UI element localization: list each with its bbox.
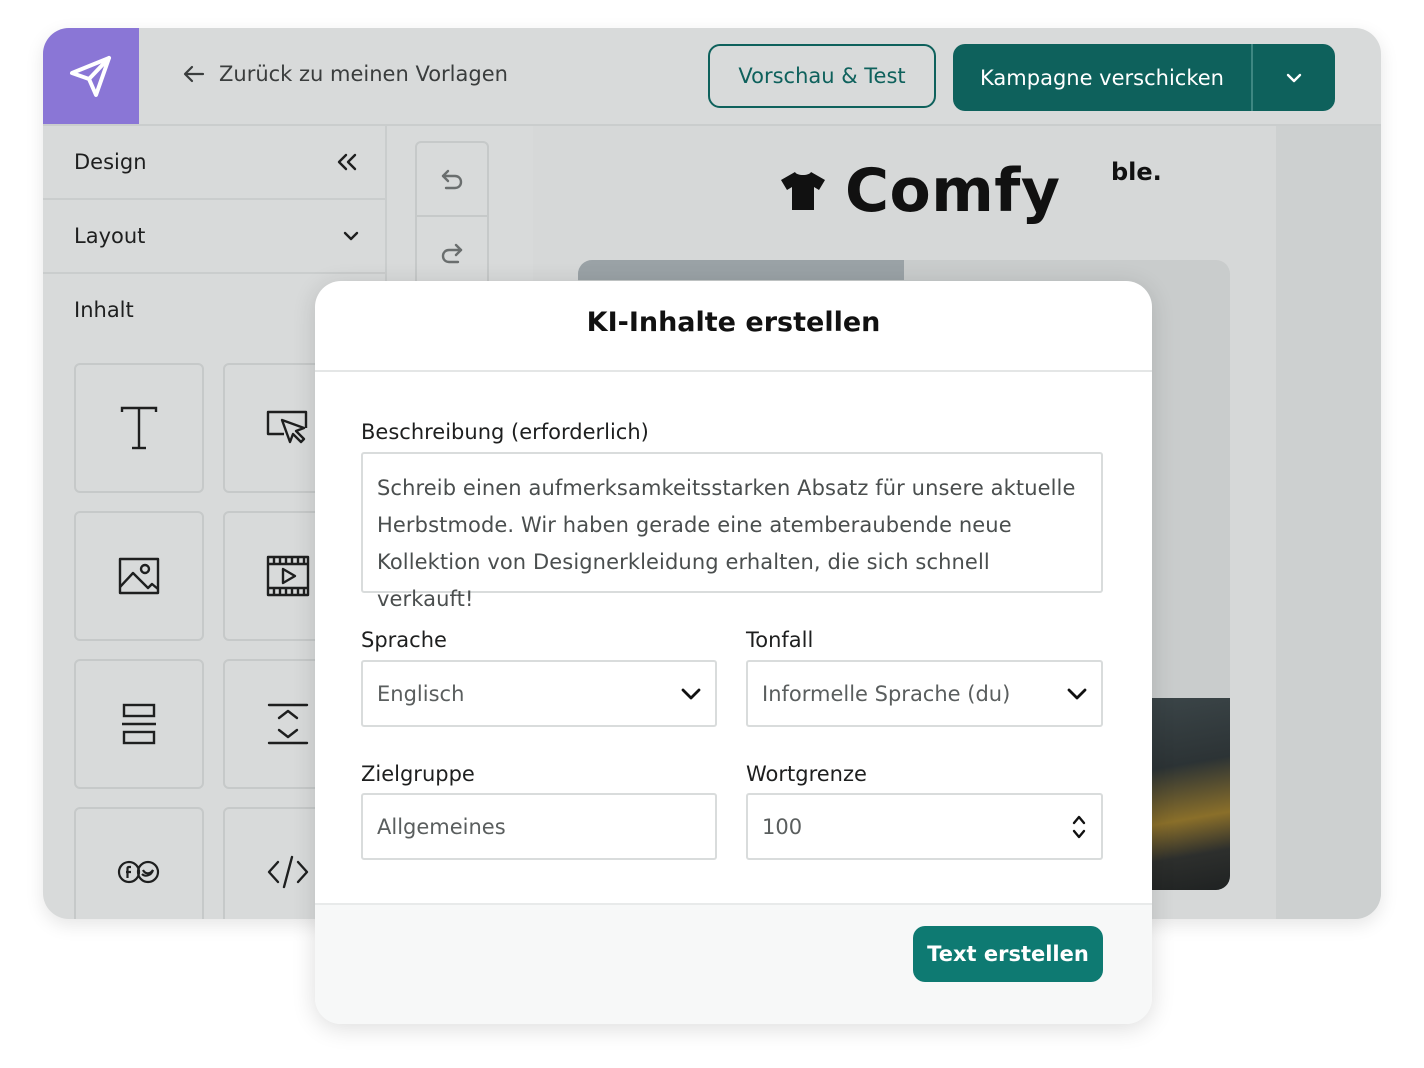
section-label: Design [74, 150, 147, 174]
ai-content-modal: KI-Inhalte erstellen Beschreibung (erfor… [315, 281, 1152, 1024]
tshirt-icon [781, 172, 825, 210]
spacer-block-icon [267, 703, 309, 745]
email-brand-header[interactable]: Comfy [779, 156, 1061, 226]
language-value: Englisch [377, 681, 465, 706]
video-block-icon [266, 555, 310, 597]
sidebar-section-layout[interactable]: Layout [43, 200, 385, 274]
tone-select[interactable]: Informelle Sprache (du) [746, 660, 1103, 727]
audience-input[interactable]: Allgemeines [361, 793, 717, 860]
tone-value: Informelle Sprache (du) [762, 681, 1011, 706]
word-limit-stepper[interactable]: 100 [746, 793, 1103, 860]
redo-button[interactable] [417, 215, 487, 289]
create-text-button[interactable]: Text erstellen [913, 926, 1103, 982]
brand-name: Comfy [845, 156, 1061, 226]
modal-title: KI-Inhalte erstellen [586, 307, 881, 338]
app-logo[interactable] [43, 28, 139, 124]
history-controls [415, 141, 489, 289]
audience-label: Zielgruppe [361, 762, 475, 786]
send-campaign-button[interactable]: Kampagne verschicken [953, 44, 1251, 111]
sidebar-section-design[interactable]: Design [43, 126, 385, 200]
arrow-left-icon [183, 65, 205, 83]
tone-label: Tonfall [746, 628, 814, 652]
word-limit-label: Wortgrenze [746, 762, 867, 786]
button-block-icon [266, 410, 308, 444]
language-label: Sprache [361, 628, 447, 652]
card-photo [1150, 698, 1230, 890]
image-block-tile[interactable] [74, 511, 204, 641]
stepper-arrows-icon[interactable] [1071, 814, 1087, 840]
preview-test-button[interactable]: Vorschau & Test [708, 44, 936, 108]
redo-icon [441, 243, 463, 264]
undo-button[interactable] [417, 143, 487, 215]
back-label: Zurück zu meinen Vorlagen [219, 62, 508, 86]
text-block-tile[interactable] [74, 363, 204, 493]
divider-block-tile[interactable] [74, 659, 204, 789]
social-block-tile[interactable] [74, 807, 204, 919]
chevron-down-icon [1067, 688, 1087, 699]
send-campaign-button-group: Kampagne verschicken [953, 44, 1335, 111]
image-block-icon [118, 557, 160, 595]
chevron-down-icon [1286, 73, 1302, 82]
text-block-icon [120, 406, 158, 450]
chevron-down-icon [681, 688, 701, 699]
chevron-down-icon [343, 231, 359, 241]
card-heading: ble. [1111, 158, 1162, 186]
word-limit-value: 100 [762, 814, 803, 839]
description-textarea[interactable]: Schreib einen aufmerksamkeitsstarken Abs… [361, 452, 1103, 611]
section-label: Layout [74, 224, 146, 248]
undo-icon [441, 169, 463, 190]
card-image [578, 260, 904, 280]
right-panel [1276, 126, 1381, 919]
back-to-templates-link[interactable]: Zurück zu meinen Vorlagen [183, 62, 508, 86]
send-options-dropdown[interactable] [1253, 44, 1335, 111]
language-select[interactable]: Englisch [361, 660, 717, 727]
social-block-icon [117, 860, 160, 884]
modal-divider [315, 370, 1152, 372]
description-label: Beschreibung (erforderlich) [361, 420, 649, 444]
double-chevron-left-icon[interactable] [335, 153, 359, 171]
divider-block-icon [122, 703, 156, 745]
paper-plane-icon [70, 56, 111, 97]
audience-value: Allgemeines [377, 814, 506, 839]
html-block-icon [267, 855, 309, 889]
